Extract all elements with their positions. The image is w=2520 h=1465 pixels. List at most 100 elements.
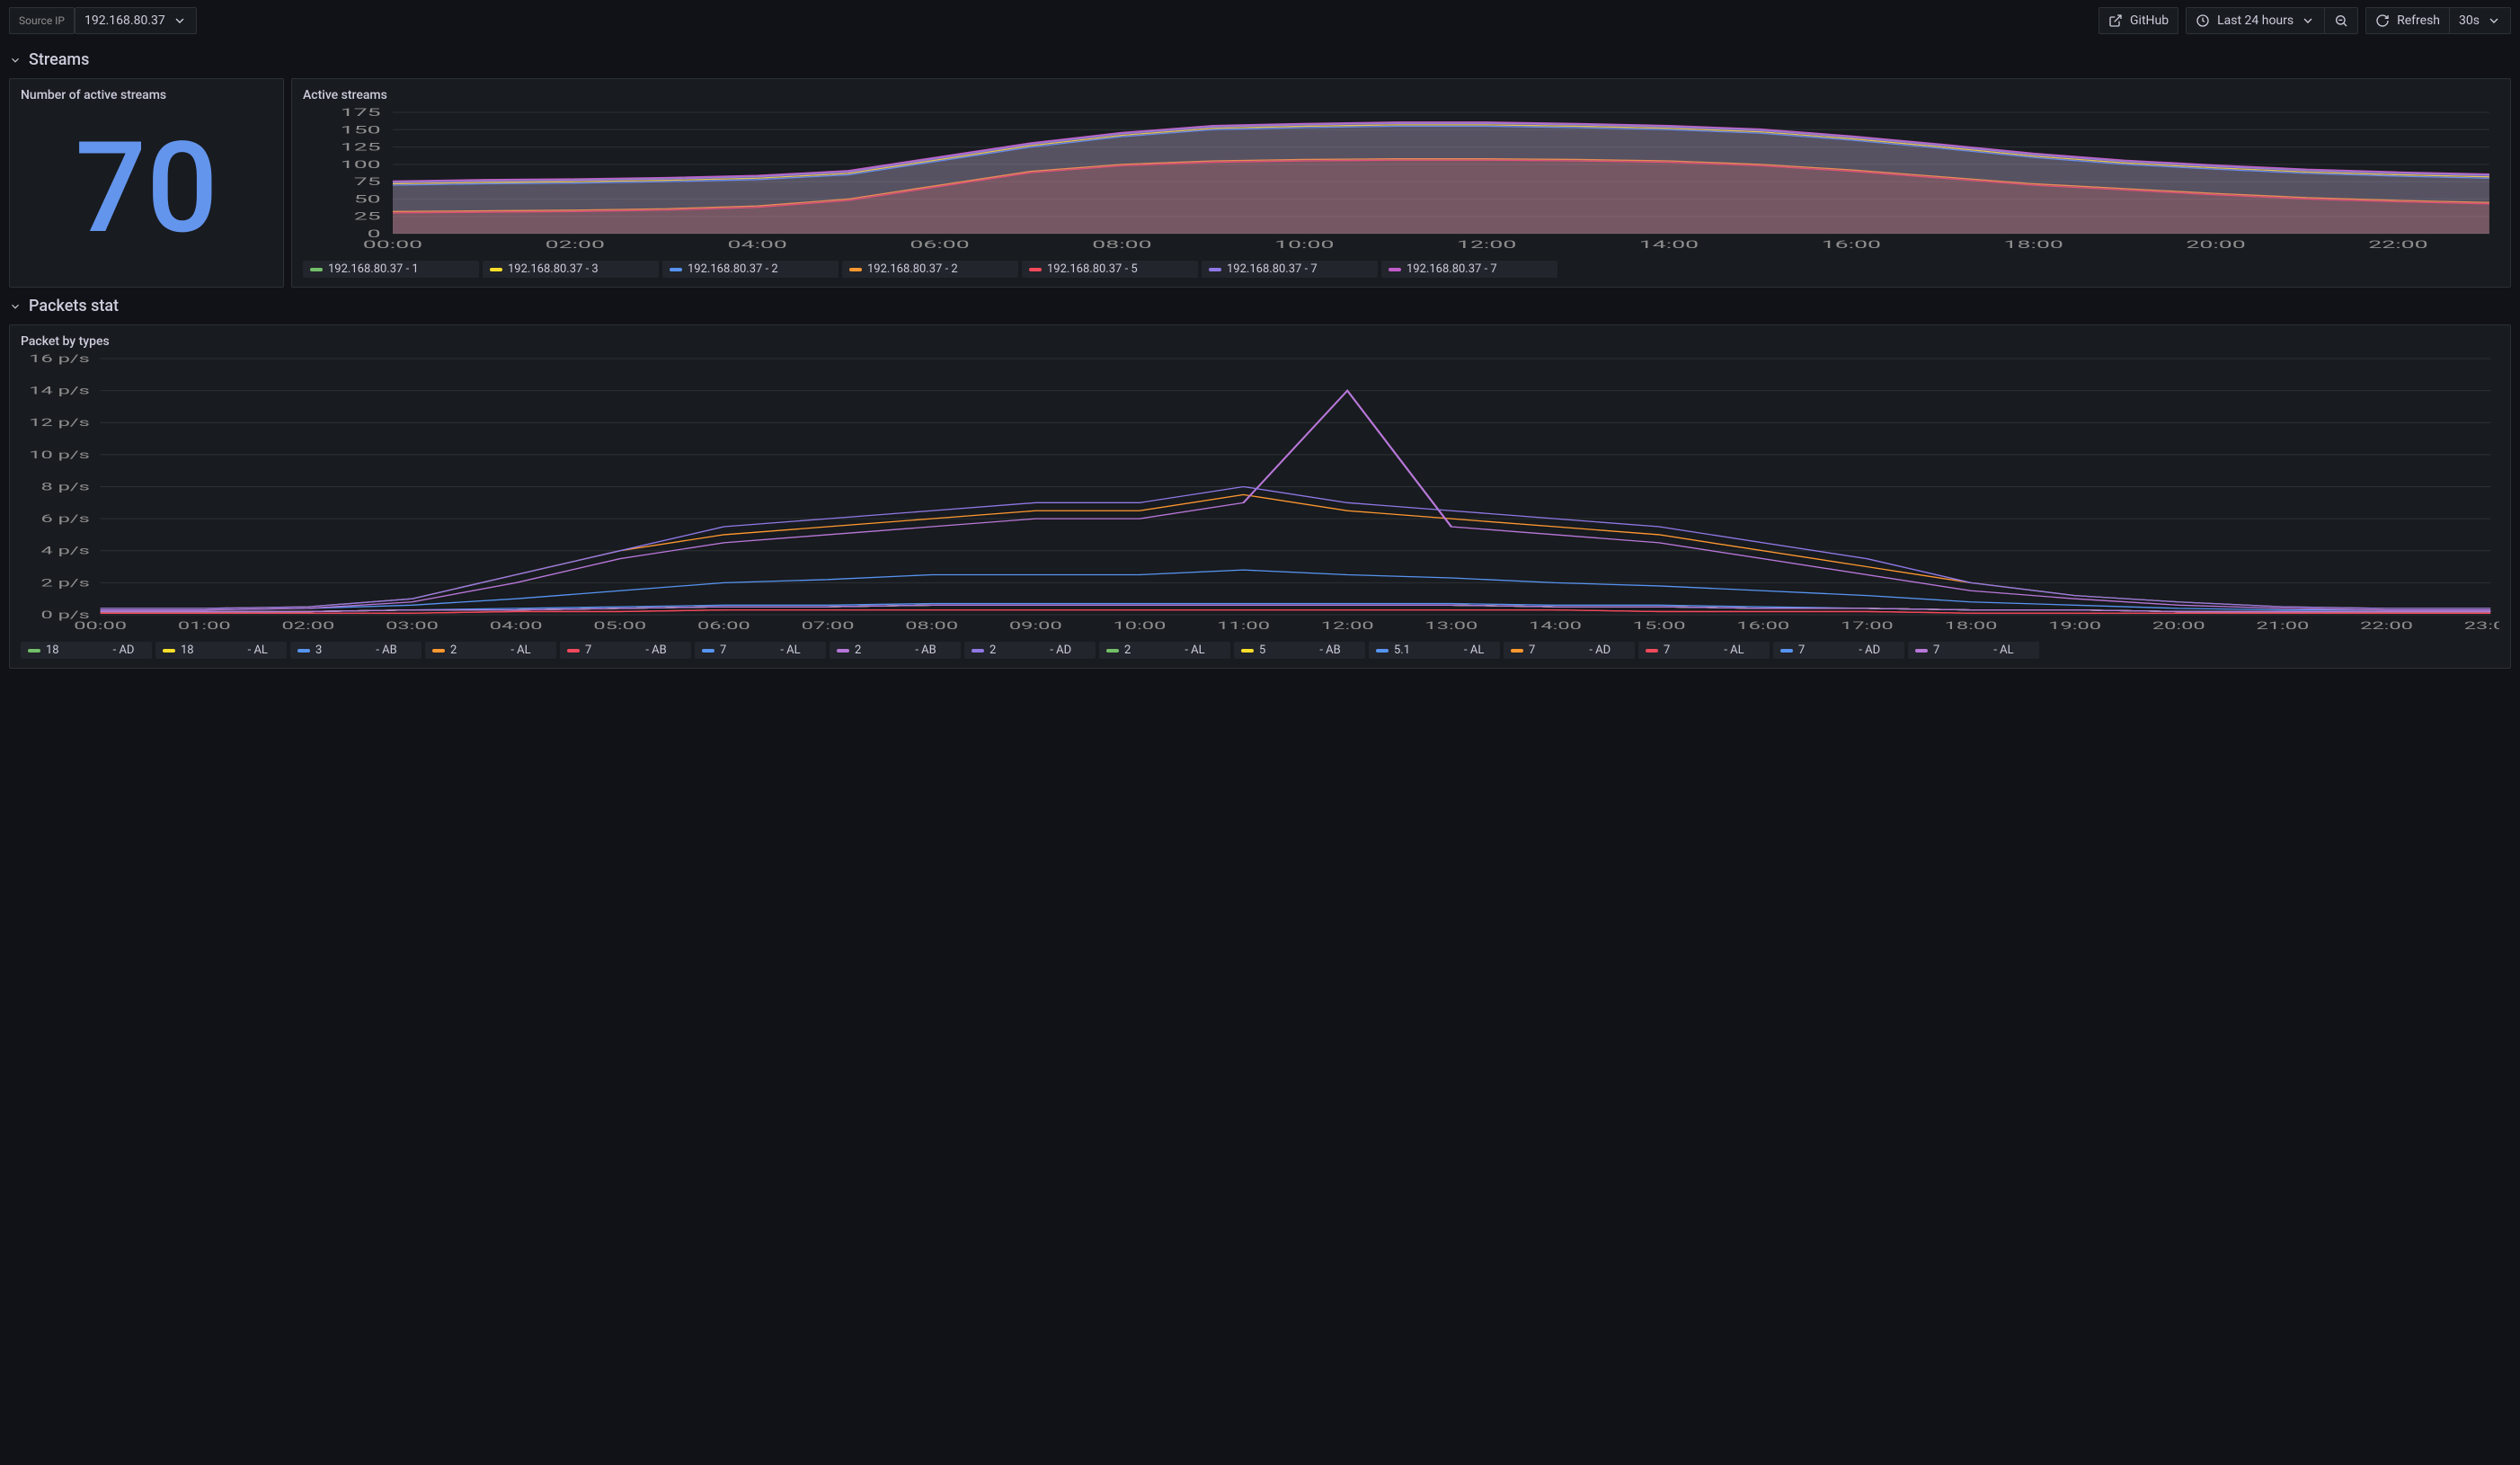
legend-item[interactable]: 2- AL bbox=[425, 642, 556, 659]
legend-label: 7- AL bbox=[1933, 644, 2014, 657]
legend-label: 192.168.80.37 - 3 bbox=[508, 262, 599, 276]
refresh-icon bbox=[2375, 13, 2390, 28]
legend-item[interactable]: 192.168.80.37 - 2 bbox=[842, 261, 1018, 278]
legend-swatch bbox=[1780, 649, 1793, 653]
source-ip-picker[interactable]: Source IP bbox=[9, 7, 75, 34]
svg-text:125: 125 bbox=[341, 141, 381, 154]
svg-text:06:00: 06:00 bbox=[697, 619, 750, 632]
legend-item[interactable]: 7- AD bbox=[1504, 642, 1635, 659]
legend-item[interactable]: 7- AD bbox=[1773, 642, 1904, 659]
chevron-down-icon bbox=[9, 300, 22, 313]
svg-text:04:00: 04:00 bbox=[490, 619, 543, 632]
chevron-down-icon bbox=[9, 54, 22, 67]
source-ip-value: 192.168.80.37 bbox=[84, 13, 165, 28]
legend-swatch bbox=[1209, 268, 1221, 271]
svg-text:12:00: 12:00 bbox=[1457, 239, 1516, 252]
legend-item[interactable]: 7- AB bbox=[560, 642, 691, 659]
legend-item[interactable]: 5.1- AL bbox=[1369, 642, 1500, 659]
zoom-out-button[interactable] bbox=[2325, 7, 2358, 34]
legend-swatch bbox=[1106, 649, 1119, 653]
legend-swatch bbox=[1241, 649, 1254, 653]
legend-swatch bbox=[837, 649, 849, 653]
svg-text:08:00: 08:00 bbox=[1092, 239, 1151, 252]
legend-label: 7- AL bbox=[720, 644, 801, 657]
legend-label: 192.168.80.37 - 1 bbox=[328, 262, 419, 276]
legend-label: 18- AD bbox=[46, 644, 134, 657]
svg-text:17:00: 17:00 bbox=[1841, 619, 1894, 632]
time-range-picker[interactable]: Last 24 hours bbox=[2186, 7, 2325, 34]
svg-text:02:00: 02:00 bbox=[546, 239, 605, 252]
github-link[interactable]: GitHub bbox=[2099, 7, 2178, 34]
refresh-interval-picker[interactable]: 30s bbox=[2450, 7, 2511, 34]
panel-num-streams-title: Number of active streams bbox=[21, 88, 272, 102]
svg-text:00:00: 00:00 bbox=[363, 239, 422, 252]
svg-text:4 p/s: 4 p/s bbox=[40, 545, 89, 557]
section-streams-header[interactable]: Streams bbox=[9, 41, 2511, 78]
legend-swatch bbox=[670, 268, 682, 271]
panel-num-streams: Number of active streams 70 bbox=[9, 78, 284, 288]
legend-item[interactable]: 192.168.80.37 - 7 bbox=[1202, 261, 1378, 278]
legend-item[interactable]: 7- AL bbox=[1908, 642, 2039, 659]
legend-label: 192.168.80.37 - 2 bbox=[688, 262, 778, 276]
legend-swatch bbox=[1029, 268, 1042, 271]
legend-label: 192.168.80.37 - 7 bbox=[1406, 262, 1497, 276]
refresh-interval-value: 30s bbox=[2459, 13, 2480, 28]
svg-text:23:00: 23:00 bbox=[2464, 619, 2499, 632]
svg-text:08:00: 08:00 bbox=[905, 619, 958, 632]
legend-item[interactable]: 5- AB bbox=[1234, 642, 1365, 659]
zoom-out-icon bbox=[2334, 13, 2348, 28]
svg-text:01:00: 01:00 bbox=[178, 619, 231, 632]
clock-icon bbox=[2196, 13, 2210, 28]
legend-item[interactable]: 192.168.80.37 - 1 bbox=[303, 261, 479, 278]
svg-text:75: 75 bbox=[354, 176, 381, 189]
section-packets-title: Packets stat bbox=[29, 297, 119, 315]
legend-item[interactable]: 2- AB bbox=[830, 642, 961, 659]
legend-label: 2- AL bbox=[1124, 644, 1205, 657]
svg-text:150: 150 bbox=[341, 124, 381, 137]
active-streams-chart[interactable]: 025507510012515017500:0002:0004:0006:000… bbox=[303, 108, 2499, 252]
legend-item[interactable]: 192.168.80.37 - 5 bbox=[1022, 261, 1198, 278]
legend-swatch bbox=[310, 268, 323, 271]
legend-item[interactable]: 192.168.80.37 - 2 bbox=[662, 261, 839, 278]
svg-text:100: 100 bbox=[341, 158, 381, 171]
packet-types-legend: 18- AD18- AL3- AB2- AL7- AB7- AL2- AB2- … bbox=[21, 642, 2499, 659]
legend-item[interactable]: 7- AL bbox=[695, 642, 826, 659]
source-ip-value-picker[interactable]: 192.168.80.37 bbox=[75, 7, 197, 34]
legend-label: 2- AL bbox=[450, 644, 531, 657]
active-streams-legend: 192.168.80.37 - 1 192.168.80.37 - 3 192.16… bbox=[303, 261, 2499, 278]
legend-swatch bbox=[163, 649, 175, 653]
svg-text:09:00: 09:00 bbox=[1009, 619, 1062, 632]
legend-item[interactable]: 192.168.80.37 - 3 bbox=[483, 261, 659, 278]
svg-text:18:00: 18:00 bbox=[2004, 239, 2063, 252]
legend-item[interactable]: 18- AL bbox=[155, 642, 287, 659]
panel-packet-types: Packet by types 0 p/s2 p/s4 p/s6 p/s8 p/… bbox=[9, 324, 2511, 669]
svg-text:20:00: 20:00 bbox=[2152, 619, 2205, 632]
svg-text:06:00: 06:00 bbox=[910, 239, 969, 252]
panel-packet-types-title: Packet by types bbox=[21, 334, 2499, 349]
svg-text:07:00: 07:00 bbox=[802, 619, 855, 632]
num-streams-value: 70 bbox=[21, 108, 272, 270]
source-ip-label: Source IP bbox=[19, 14, 65, 27]
legend-item[interactable]: 2- AL bbox=[1099, 642, 1230, 659]
svg-text:22:00: 22:00 bbox=[2368, 239, 2427, 252]
legend-label: 7- AD bbox=[1798, 644, 1880, 657]
legend-item[interactable]: 7- AL bbox=[1638, 642, 1770, 659]
refresh-button[interactable]: Refresh bbox=[2365, 7, 2450, 34]
legend-label: 192.168.80.37 - 7 bbox=[1227, 262, 1318, 276]
svg-text:2 p/s: 2 p/s bbox=[40, 576, 89, 589]
svg-text:05:00: 05:00 bbox=[593, 619, 646, 632]
svg-text:10:00: 10:00 bbox=[1274, 239, 1334, 252]
legend-swatch bbox=[567, 649, 580, 653]
legend-item[interactable]: 2- AD bbox=[964, 642, 1096, 659]
packet-types-chart[interactable]: 0 p/s2 p/s4 p/s6 p/s8 p/s10 p/s12 p/s14 … bbox=[21, 354, 2499, 633]
legend-item[interactable]: 18- AD bbox=[21, 642, 152, 659]
legend-item[interactable]: 192.168.80.37 - 7 bbox=[1381, 261, 1557, 278]
legend-swatch bbox=[1646, 649, 1658, 653]
legend-swatch bbox=[972, 649, 984, 653]
panel-active-streams: Active streams 025507510012515017500:000… bbox=[291, 78, 2511, 288]
svg-text:18:00: 18:00 bbox=[1945, 619, 1998, 632]
legend-item[interactable]: 3- AB bbox=[290, 642, 421, 659]
section-packets-header[interactable]: Packets stat bbox=[9, 288, 2511, 324]
legend-label: 3- AB bbox=[315, 644, 397, 657]
svg-text:14:00: 14:00 bbox=[1639, 239, 1699, 252]
